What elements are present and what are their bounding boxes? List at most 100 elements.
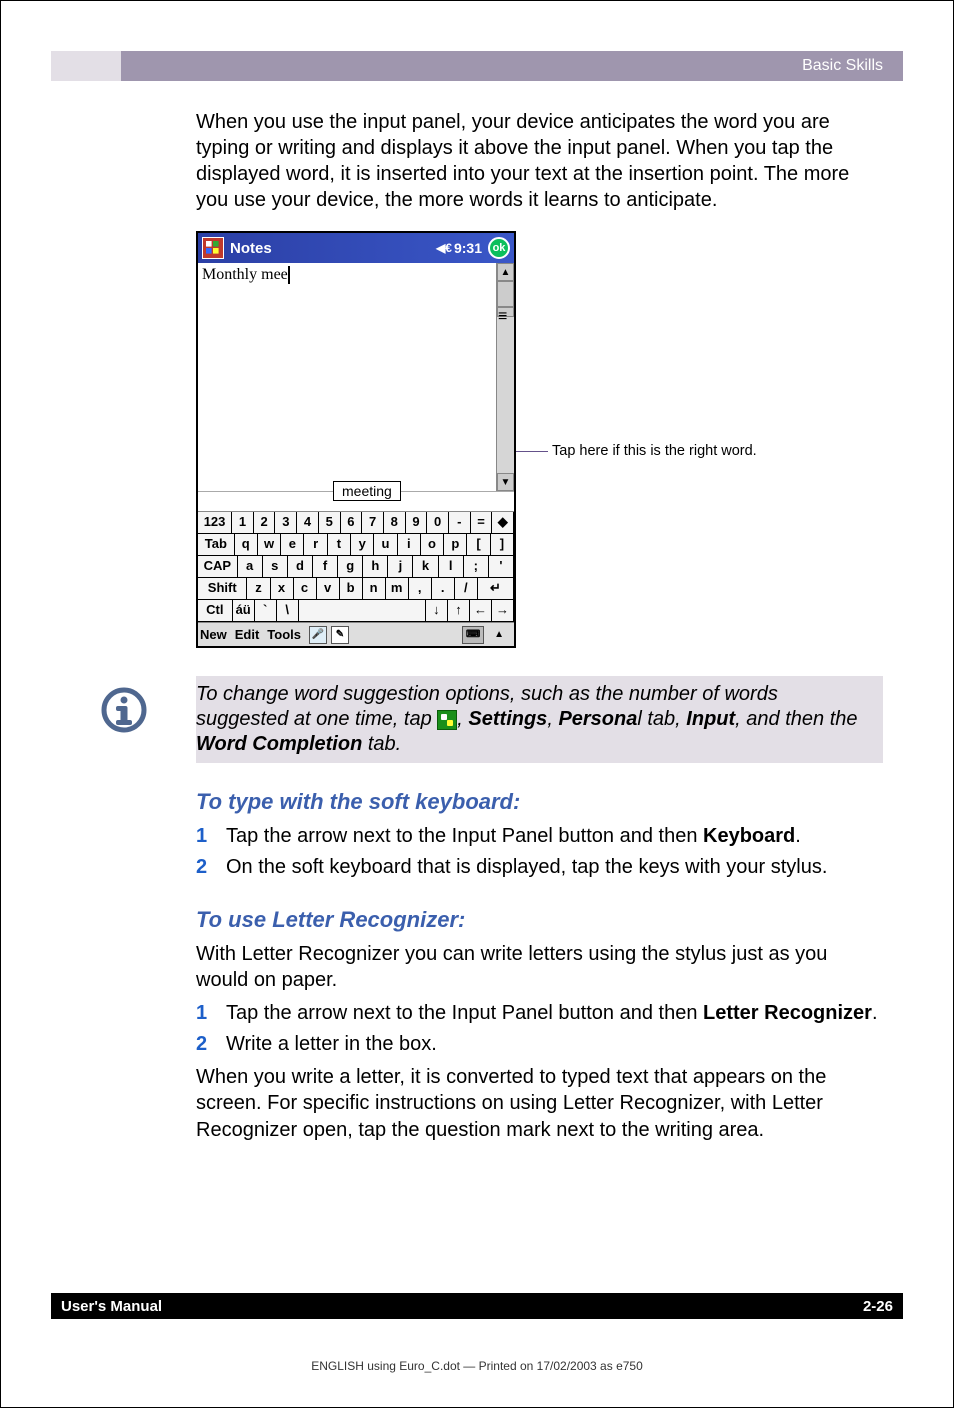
step-after: . <box>795 825 801 847</box>
key[interactable]: l <box>439 556 464 578</box>
input-panel-arrow-icon[interactable]: ▲ <box>494 629 504 640</box>
key[interactable]: - <box>449 512 471 534</box>
scroll-up-icon[interactable]: ▲ <box>497 263 514 281</box>
scrollbar[interactable]: ▲ ≡ ▼ <box>496 263 514 491</box>
key[interactable]: r <box>304 534 327 556</box>
ok-button[interactable]: ok <box>488 237 510 259</box>
kbd-row-1: 123 1 2 3 4 5 6 7 8 9 0 - = ◆ <box>198 512 514 534</box>
key[interactable]: o <box>421 534 444 556</box>
key[interactable]: 6 <box>341 512 363 534</box>
clock-time: 9:31 <box>454 240 482 256</box>
tip-personal-tail: l tab, <box>637 708 686 730</box>
menu-new[interactable]: New <box>200 627 227 642</box>
list-item: 1 Tap the arrow next to the Input Panel … <box>196 1000 883 1027</box>
step-text: Tap the arrow next to the Input Panel bu… <box>226 825 703 847</box>
tip-text: To change word suggestion options, such … <box>196 682 871 757</box>
key-right-icon[interactable]: → <box>492 600 514 622</box>
key[interactable]: . <box>432 578 455 600</box>
key[interactable]: b <box>340 578 363 600</box>
step-text: Write a letter in the box. <box>226 1031 883 1058</box>
key[interactable]: k <box>413 556 438 578</box>
key-intl[interactable]: áü <box>233 600 255 622</box>
start-flag-icon[interactable] <box>202 237 224 259</box>
key[interactable]: u <box>374 534 397 556</box>
key[interactable]: z <box>247 578 270 600</box>
scroll-thumb[interactable] <box>497 281 514 307</box>
tip-personal: Persona <box>558 708 637 730</box>
key[interactable]: w <box>258 534 281 556</box>
key[interactable]: 3 <box>275 512 297 534</box>
key[interactable]: d <box>288 556 313 578</box>
start-menu-icon <box>437 710 457 730</box>
key[interactable]: 2 <box>254 512 276 534</box>
key[interactable]: q <box>235 534 258 556</box>
scroll-track[interactable] <box>497 317 514 473</box>
note-text-area[interactable]: Monthly mee <box>198 263 496 491</box>
key[interactable]: x <box>271 578 294 600</box>
key[interactable]: ; <box>464 556 489 578</box>
record-icon[interactable]: 🎤 <box>309 626 327 644</box>
soft-keyboard[interactable]: 123 1 2 3 4 5 6 7 8 9 0 - = ◆ Tab <box>198 511 514 622</box>
list-item: 2 Write a letter in the box. <box>196 1031 883 1058</box>
key[interactable]: 5 <box>319 512 341 534</box>
info-icon <box>100 686 148 734</box>
key[interactable]: 8 <box>384 512 406 534</box>
key-123[interactable]: 123 <box>198 512 232 534</box>
key[interactable]: p <box>444 534 467 556</box>
key[interactable]: a <box>238 556 263 578</box>
key[interactable]: s <box>263 556 288 578</box>
key[interactable]: h <box>363 556 388 578</box>
key-enter-icon[interactable]: ↵ <box>478 578 514 600</box>
key[interactable]: 9 <box>406 512 428 534</box>
key[interactable]: 4 <box>297 512 319 534</box>
volume-icon[interactable]: ◀€ <box>436 241 452 255</box>
key[interactable]: , <box>409 578 432 600</box>
key[interactable]: j <box>388 556 413 578</box>
key[interactable]: c <box>294 578 317 600</box>
key-down-icon[interactable]: ↓ <box>426 600 448 622</box>
keyboard-toggle-icon[interactable]: ⌨ <box>462 626 484 644</box>
key-ctl[interactable]: Ctl <box>198 600 233 622</box>
key[interactable]: e <box>281 534 304 556</box>
key[interactable]: v <box>317 578 340 600</box>
menu-tools[interactable]: Tools <box>267 627 301 642</box>
key[interactable]: ' <box>489 556 514 578</box>
key[interactable]: / <box>455 578 478 600</box>
key-left-icon[interactable]: ← <box>470 600 492 622</box>
step-bold: Letter Recognizer <box>703 1002 872 1024</box>
key[interactable]: \ <box>277 600 299 622</box>
key-cap[interactable]: CAP <box>198 556 238 578</box>
key[interactable]: ] <box>491 534 514 556</box>
key-up-icon[interactable]: ↑ <box>448 600 470 622</box>
menu-edit[interactable]: Edit <box>235 627 260 642</box>
key[interactable]: m <box>386 578 409 600</box>
bottom-toolbar: New Edit Tools 🎤 ✎ ⌨ ▲ <box>198 622 514 646</box>
footer-left: User's Manual <box>61 1298 162 1315</box>
key[interactable]: [ <box>467 534 490 556</box>
word-suggestion[interactable]: meeting <box>333 481 401 501</box>
key[interactable]: 1 <box>232 512 254 534</box>
letter-recognizer-intro: With Letter Recognizer you can write let… <box>196 941 883 994</box>
key[interactable]: n <box>363 578 386 600</box>
key-backspace-icon[interactable]: ◆ <box>492 512 514 534</box>
step-number: 2 <box>196 1031 226 1058</box>
pen-icon[interactable]: ✎ <box>331 626 349 644</box>
key-shift[interactable]: Shift <box>198 578 247 600</box>
scroll-down-icon[interactable]: ▼ <box>497 473 514 491</box>
suggestion-bar: meeting <box>198 491 514 511</box>
key-space[interactable] <box>299 600 426 622</box>
key[interactable]: 7 <box>362 512 384 534</box>
key[interactable]: ` <box>255 600 277 622</box>
key[interactable]: y <box>351 534 374 556</box>
step-number: 2 <box>196 854 226 881</box>
step-text: On the soft keyboard that is displayed, … <box>226 854 883 881</box>
key[interactable]: 0 <box>427 512 449 534</box>
key[interactable]: t <box>328 534 351 556</box>
key[interactable]: f <box>313 556 338 578</box>
key[interactable]: i <box>398 534 421 556</box>
key[interactable]: g <box>338 556 363 578</box>
letter-recognizer-outro: When you write a letter, it is converted… <box>196 1064 883 1143</box>
key-tab[interactable]: Tab <box>198 534 235 556</box>
key[interactable]: = <box>471 512 493 534</box>
callout-line <box>516 451 548 452</box>
